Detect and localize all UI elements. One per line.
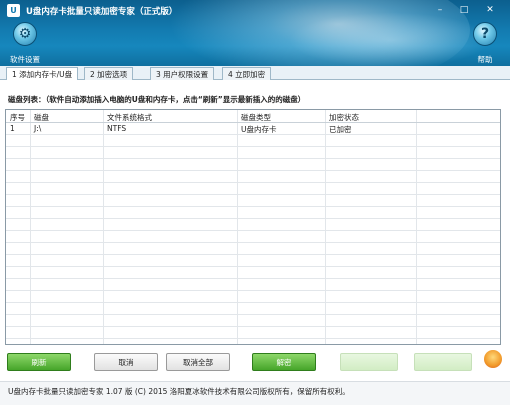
question-icon: ? (473, 22, 497, 46)
row-divider (6, 278, 500, 279)
disabled-button-2[interactable] (414, 353, 472, 371)
help-label: 帮助 (477, 55, 493, 64)
row-1-encrypt-status[interactable]: 已加密 (329, 124, 352, 135)
row-divider (6, 326, 500, 327)
tab-user-permissions[interactable]: 3 用户权限设置 (150, 67, 215, 80)
row-divider (6, 290, 500, 291)
maximize-button[interactable]: □ (452, 3, 476, 17)
row-divider (6, 302, 500, 303)
column-header-filesystem[interactable]: 文件系统格式 (107, 112, 152, 123)
disk-table[interactable]: 序号 磁盘 文件系统格式 磁盘类型 加密状态 1 J:\ NTFS U盘内存卡 … (5, 109, 501, 345)
window-controls: – □ ✕ (428, 3, 504, 17)
row-divider (6, 254, 500, 255)
row-divider (6, 338, 500, 339)
row-divider (6, 146, 500, 147)
row-divider (6, 242, 500, 243)
tab-encrypt-options[interactable]: 2 加密选项 (84, 67, 134, 80)
column-header-encrypt-status[interactable]: 加密状态 (329, 112, 359, 123)
row-divider (6, 158, 500, 159)
row-divider (6, 230, 500, 231)
title-banner: U U盘内存卡批量只读加密专家（正式版） – □ ✕ ⚙ 软件设置 ? 帮助 (0, 0, 510, 66)
row-1-index[interactable]: 1 (10, 124, 15, 133)
app-logo-icon: U (7, 4, 20, 17)
disk-list-label: 磁盘列表：（软件自动添加插入电脑的U盘和内存卡，点击“刷新”显示最新插入的的磁盘… (8, 95, 306, 104)
row-divider (6, 206, 500, 207)
tab-bar: 1 添加内存卡/U盘 2 加密选项 3 用户权限设置 4 立即加密 (0, 66, 510, 81)
app-logo-icon (484, 350, 502, 368)
row-divider (6, 170, 500, 171)
minimize-button[interactable]: – (428, 3, 452, 17)
row-divider (6, 266, 500, 267)
window-title: U盘内存卡批量只读加密专家（正式版） (26, 7, 178, 17)
column-header-disk[interactable]: 磁盘 (34, 112, 49, 123)
cancel-all-button[interactable]: 取消全部 (166, 353, 230, 371)
row-1-filesystem[interactable]: NTFS (107, 124, 126, 133)
cancel-button[interactable]: 取消 (94, 353, 158, 371)
gear-icon: ⚙ (13, 22, 37, 46)
row-1-disk[interactable]: J:\ (34, 124, 41, 133)
help-button[interactable]: ? 帮助 (466, 22, 504, 65)
disabled-button-1[interactable] (340, 353, 398, 371)
close-button[interactable]: ✕ (476, 3, 504, 17)
refresh-button[interactable]: 刷新 (7, 353, 71, 371)
settings-button[interactable]: ⚙ 软件设置 (6, 22, 44, 65)
row-divider (6, 194, 500, 195)
tab-encrypt-now[interactable]: 4 立即加密 (222, 67, 272, 80)
row-divider (6, 218, 500, 219)
column-header-disk-type[interactable]: 磁盘类型 (241, 112, 271, 123)
status-bar: U盘内存卡批量只读加密专家 1.07 版 (C) 2015 洛阳夏冰软件技术有限… (0, 381, 510, 405)
tab-add-card[interactable]: 1 添加内存卡/U盘 (6, 67, 79, 81)
row-divider (6, 182, 500, 183)
row-1-disk-type[interactable]: U盘内存卡 (241, 124, 277, 135)
column-header-index[interactable]: 序号 (10, 112, 25, 123)
decrypt-button[interactable]: 解密 (252, 353, 316, 371)
row-divider (6, 314, 500, 315)
settings-label: 软件设置 (10, 55, 40, 64)
